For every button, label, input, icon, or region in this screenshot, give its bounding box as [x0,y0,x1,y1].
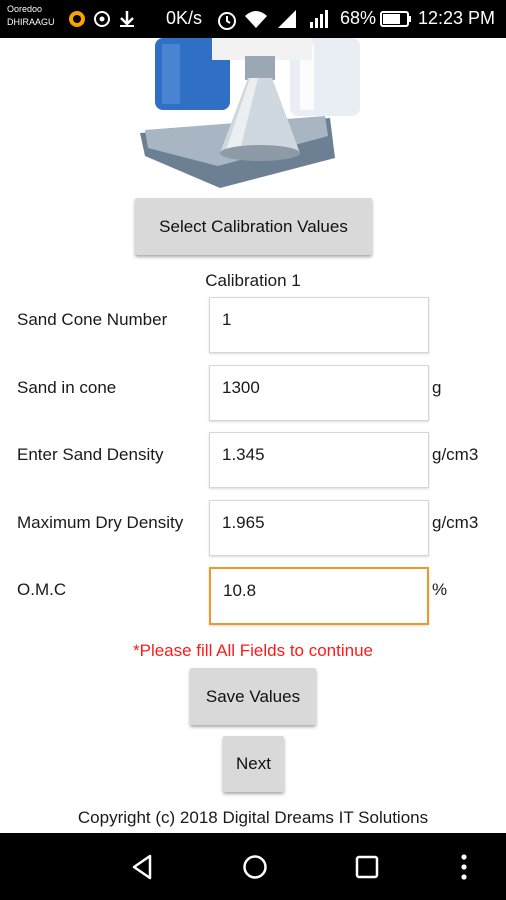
sand-density-value: 1.345 [222,445,265,464]
carrier-line-2: DHIRAAGU [7,17,55,27]
sand-density-unit: g/cm3 [432,445,479,464]
more-options-icon[interactable] [459,853,469,881]
carrier-line-1: Ooredoo [7,4,43,14]
max-dry-density-label: Maximum Dry Density [17,513,184,532]
next-button[interactable]: Next [223,736,284,792]
max-dry-density-value: 1.965 [222,513,265,532]
validation-warning: *Please fill All Fields to continue [132,641,374,660]
omc-input[interactable]: 10.8 [209,567,429,625]
sand-cone-number-input[interactable]: 1 [209,297,429,353]
recent-apps-icon[interactable] [355,855,379,879]
clock: 12:23 PM [418,8,496,28]
calibration-title: Calibration 1 [205,271,301,290]
status-bar: Ooredoo DHIRAAGU 0K/s 68% 12:23 PM [0,0,506,38]
carrier-label: Ooredoo DHIRAAGU [7,3,55,29]
sand-cone-apparatus-image [140,38,360,193]
sand-cone-number-value: 1 [222,310,232,329]
hotspot-icon [94,11,110,27]
omc-value: 10.8 [223,581,257,600]
sand-cone-number-label: Sand Cone Number [17,310,168,329]
max-dry-density-unit: g/cm3 [432,513,479,532]
battery-percent: 68% [340,8,377,28]
sand-density-label: Enter Sand Density [17,445,164,464]
notification-icon [69,11,85,27]
sand-in-cone-value: 1300 [222,378,260,397]
alarm-icon [218,12,236,30]
save-values-button[interactable]: Save Values [190,668,316,725]
select-calibration-values-button[interactable]: Select Calibration Values [135,198,372,255]
wifi-icon [245,11,267,28]
signal-icon [278,10,296,28]
sand-density-input[interactable]: 1.345 [209,432,429,488]
download-icon [120,11,134,27]
max-dry-density-input[interactable]: 1.965 [209,500,429,556]
omc-label: O.M.C [17,580,67,599]
sand-in-cone-unit: g [432,378,442,397]
sand-in-cone-input[interactable]: 1300 [209,365,429,421]
net-speed: 0K/s [166,8,203,28]
omc-unit: % [432,580,448,599]
signal-icon-2 [310,10,328,28]
home-icon[interactable] [242,854,268,880]
navigation-bar [0,833,506,900]
battery-icon [380,11,411,27]
sand-in-cone-label: Sand in cone [17,378,117,397]
copyright-text: Copyright (c) 2018 Digital Dreams IT Sol… [77,808,429,827]
back-icon[interactable] [130,854,154,880]
